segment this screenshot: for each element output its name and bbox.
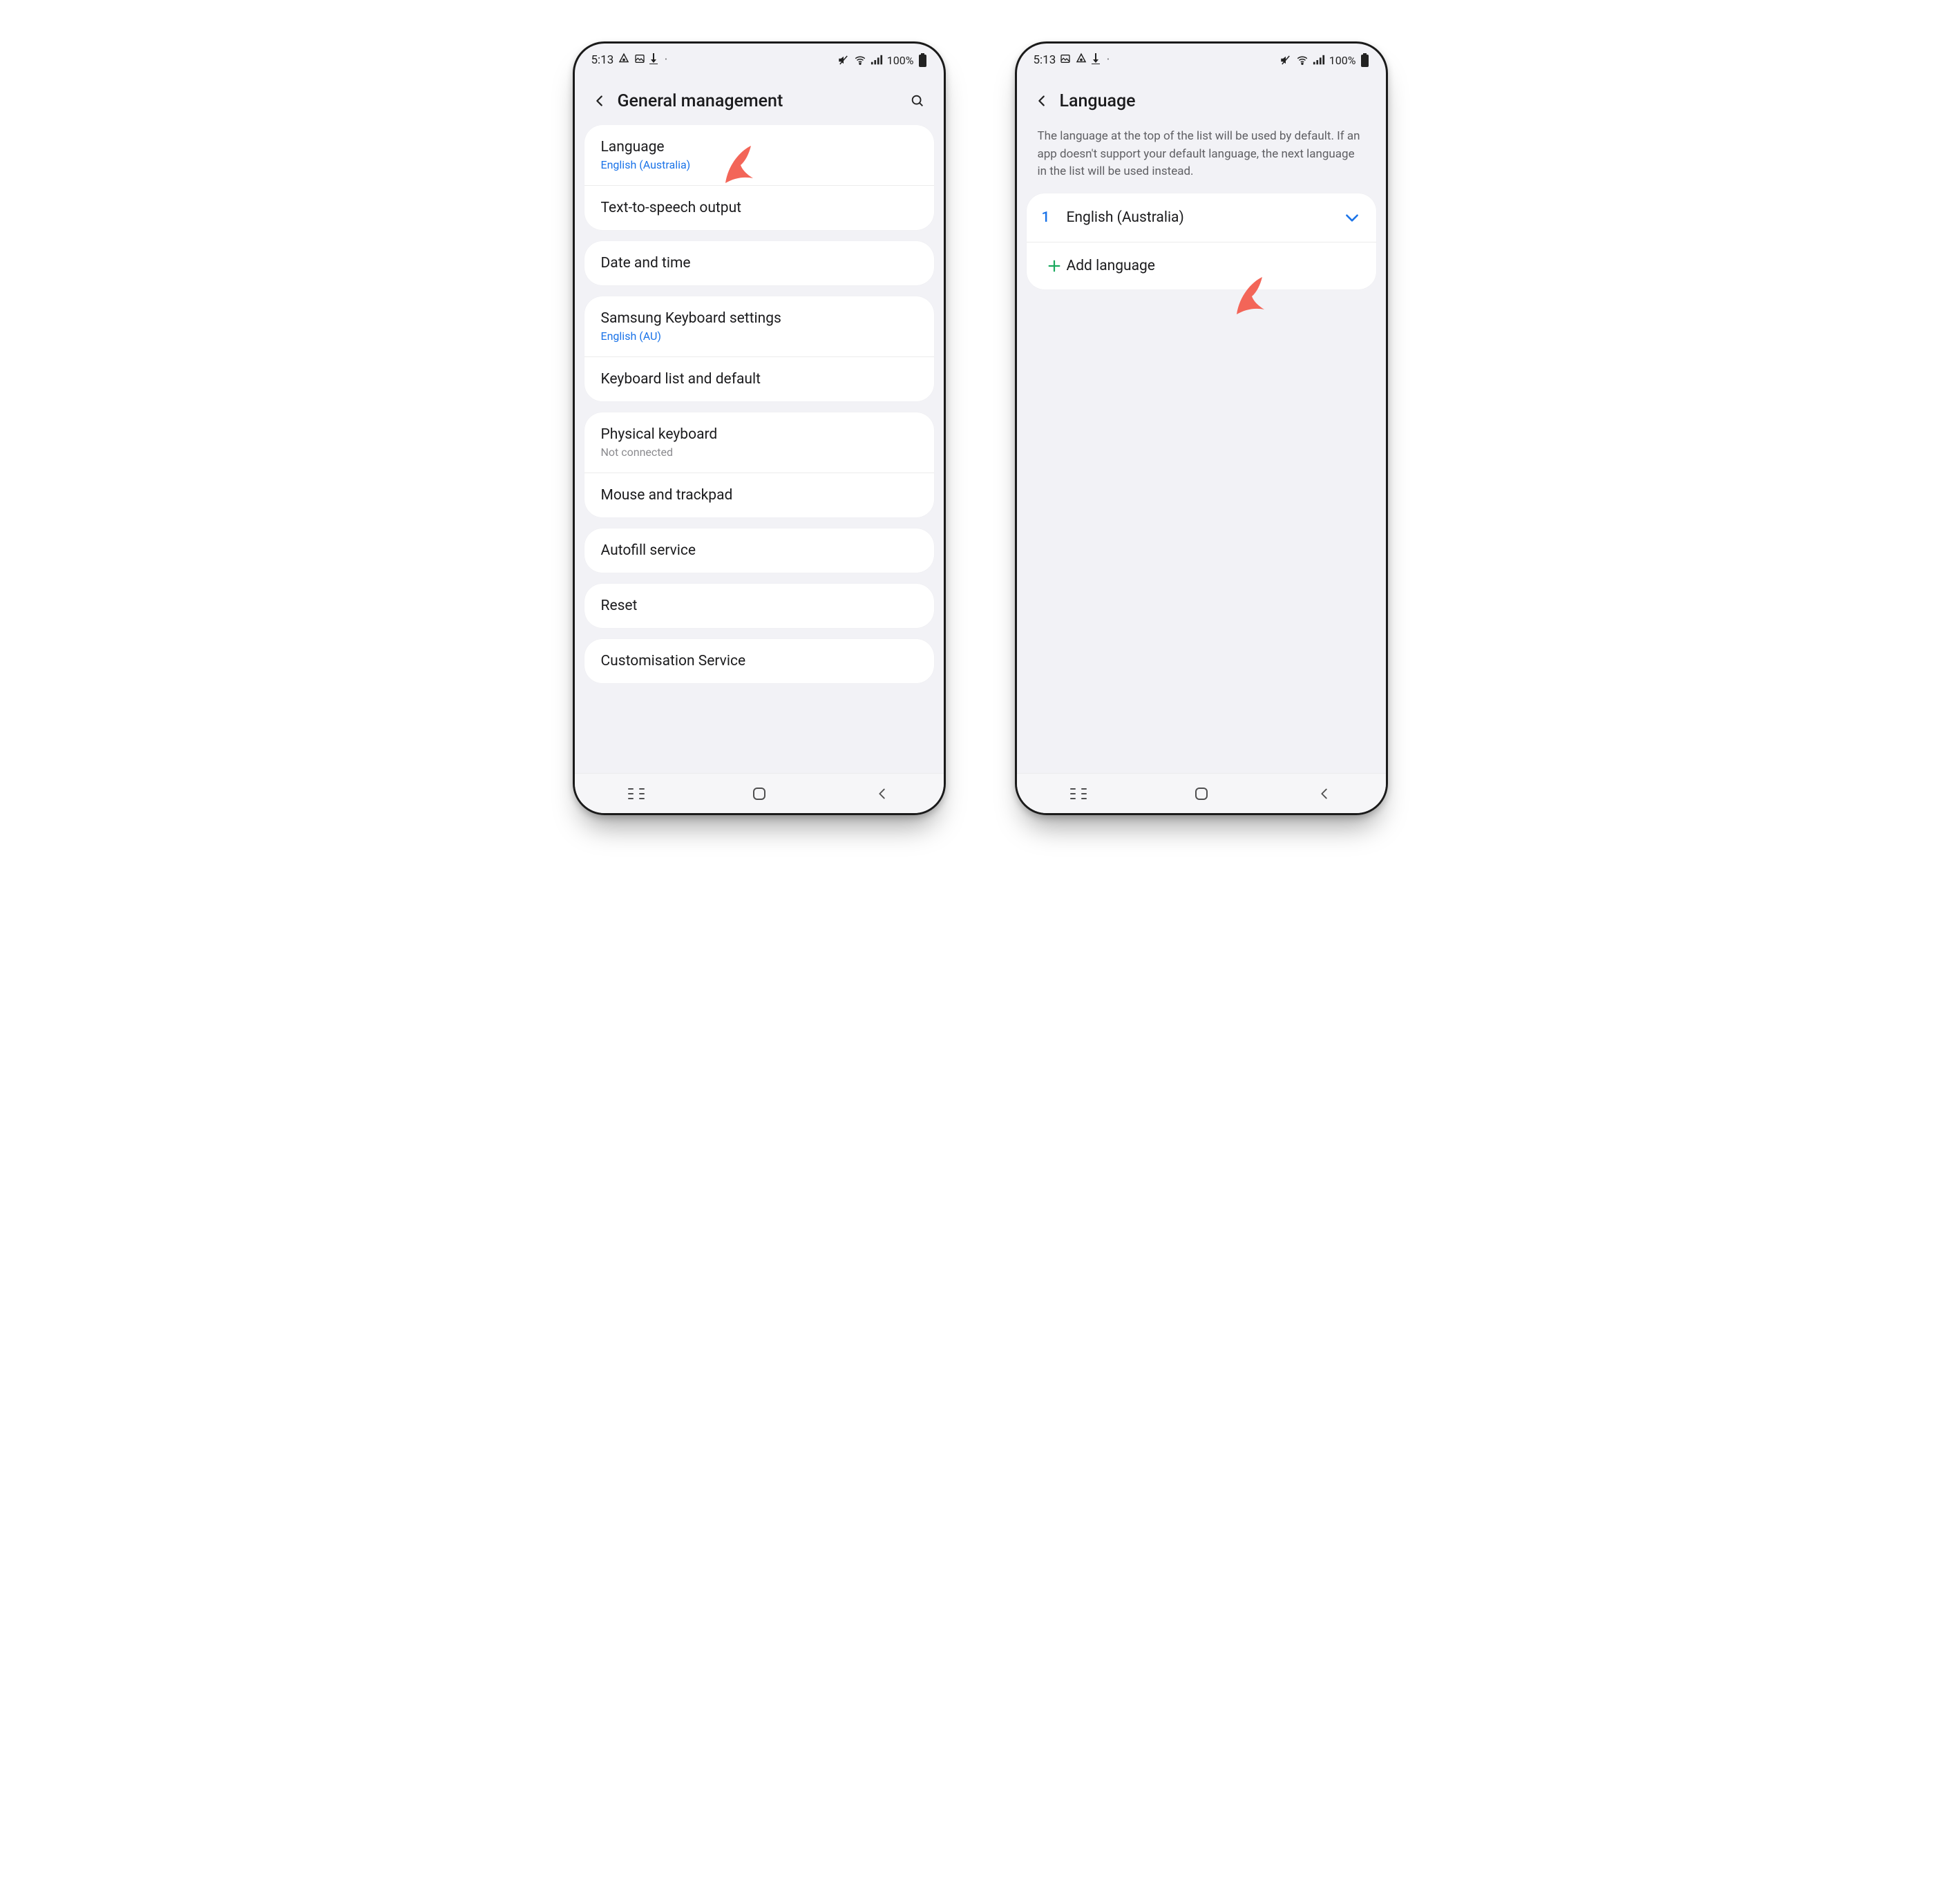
back-button[interactable] [1027,86,1057,116]
nav-recents-button[interactable] [609,780,664,808]
status-left: 5:13 • [1034,53,1110,68]
page-title: Language [1060,91,1136,111]
settings-group: Language English (Australia) Text-to-spe… [584,125,934,230]
page-title: General management [618,91,783,111]
row-tts[interactable]: Text-to-speech output [584,185,934,230]
row-mouse-trackpad[interactable]: Mouse and trackpad [584,473,934,517]
nav-back-button[interactable] [855,780,910,808]
nav-bar [1017,773,1386,813]
settings-group: Customisation Service [584,639,934,683]
row-title: Keyboard list and default [601,371,917,388]
settings-group: Samsung Keyboard settings English (AU) K… [584,296,934,401]
status-time: 5:13 [591,53,614,67]
image-icon [1060,53,1071,68]
add-language-label: Add language [1067,258,1361,274]
status-battery-pct: 100% [1329,54,1356,67]
nav-home-button[interactable] [1174,780,1229,808]
settings-group: Reset [584,584,934,628]
row-title: Autofill service [601,542,917,559]
row-language[interactable]: Language English (Australia) [584,125,934,185]
status-left: 5:13 • [591,53,667,68]
row-keyboard-list[interactable]: Keyboard list and default [584,356,934,401]
status-bar: 5:13 • [575,44,944,77]
language-index: 1 [1042,209,1067,226]
battery-icon [918,53,927,67]
language-label: English (Australia) [1067,209,1336,226]
settings-group: Date and time [584,241,934,285]
status-right: 100% [837,53,927,67]
nav-bar [575,773,944,813]
row-title: Text-to-speech output [601,200,917,216]
plus-icon [1042,258,1067,274]
row-title: Language [601,139,917,155]
phone-general-management: 5:13 • [573,41,946,815]
signal-icon [1313,54,1325,66]
row-subtitle: English (Australia) [601,158,917,171]
status-time: 5:13 [1034,53,1056,67]
status-overflow-dot: • [1107,57,1109,64]
status-overflow-dot: • [665,57,667,64]
add-language-button[interactable]: Add language [1027,242,1376,289]
image-icon [634,53,645,68]
phone-language: 5:13 • [1015,41,1388,815]
language-content: The language at the top of the list will… [1017,125,1386,773]
row-title: Mouse and trackpad [601,487,917,504]
language-list-card: 1 English (Australia) Add language [1027,193,1376,289]
signal-icon [870,54,883,66]
wifi-icon [854,54,866,66]
settings-group: Physical keyboard Not connected Mouse an… [584,412,934,517]
status-bar: 5:13 • [1017,44,1386,77]
row-subtitle: English (AU) [601,330,917,343]
app-bar: Language [1017,77,1386,125]
download-icon [1092,53,1100,68]
row-title: Physical keyboard [601,426,917,443]
cloud-icon [618,53,630,68]
download-icon [649,53,658,68]
row-title: Reset [601,598,917,614]
language-item-primary[interactable]: 1 English (Australia) [1027,193,1376,242]
row-title: Samsung Keyboard settings [601,310,917,327]
chevron-down-icon [1336,209,1361,227]
wifi-icon [1296,54,1309,66]
status-battery-pct: 100% [887,54,914,67]
page-description: The language at the top of the list will… [1027,125,1376,193]
row-subtitle: Not connected [601,446,917,459]
settings-list: Language English (Australia) Text-to-spe… [575,125,944,773]
search-button[interactable] [902,86,933,116]
battery-icon [1360,53,1369,67]
row-autofill[interactable]: Autofill service [584,528,934,573]
mute-icon [1279,54,1292,66]
row-title: Date and time [601,255,917,271]
row-title: Customisation Service [601,653,917,669]
row-date-time[interactable]: Date and time [584,241,934,285]
status-right: 100% [1279,53,1369,67]
nav-back-button[interactable] [1297,780,1352,808]
back-button[interactable] [584,86,615,116]
settings-group: Autofill service [584,528,934,573]
cloud-icon [1075,53,1087,68]
row-customisation[interactable]: Customisation Service [584,639,934,683]
row-physical-keyboard[interactable]: Physical keyboard Not connected [584,412,934,473]
app-bar: General management [575,77,944,125]
mute-icon [837,54,850,66]
nav-home-button[interactable] [732,780,787,808]
row-reset[interactable]: Reset [584,584,934,628]
row-samsung-keyboard[interactable]: Samsung Keyboard settings English (AU) [584,296,934,356]
nav-recents-button[interactable] [1051,780,1106,808]
